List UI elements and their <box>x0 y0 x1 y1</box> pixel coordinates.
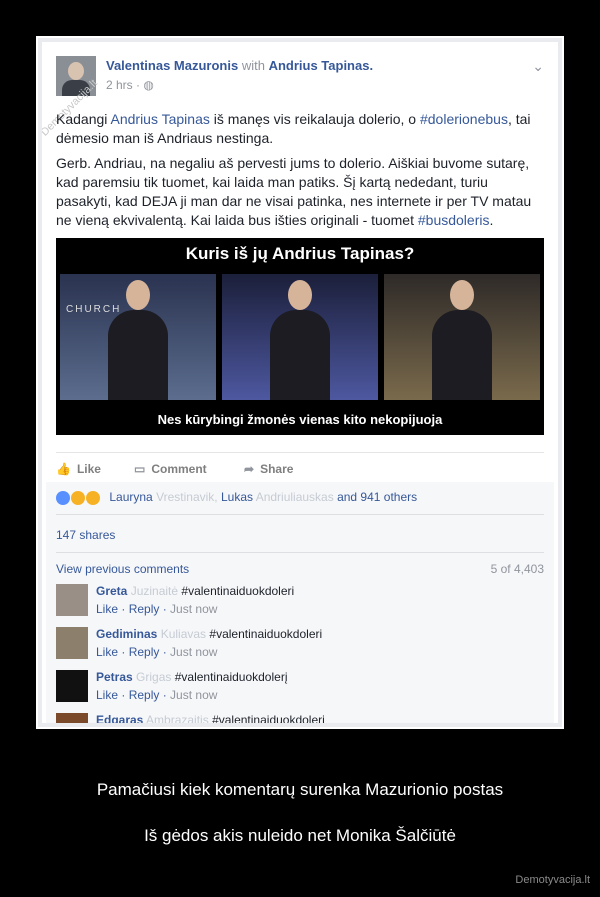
author-line: Valentinas Mazuronis with Andrius Tapina… <box>106 58 373 73</box>
chevron-down-icon[interactable]: ⌄ <box>532 58 544 75</box>
feedback-section: Lauryna Vrestinavik, Lukas Andriuliauska… <box>46 482 554 723</box>
author-name[interactable]: Valentinas Mazuronis <box>106 58 238 73</box>
thumbs-up-icon: 👍 <box>56 462 71 476</box>
comment-reply-link[interactable]: Reply <box>129 645 160 659</box>
avatar[interactable] <box>56 670 88 702</box>
view-previous-comments[interactable]: View previous comments <box>56 562 189 576</box>
post-paragraph-2: Gerb. Andriau, na negaliu aš pervesti ju… <box>56 155 532 228</box>
post-image[interactable]: Kuris iš jų Andrius Tapinas? CHURCH Nes … <box>56 238 544 435</box>
divider <box>56 514 544 515</box>
avatar[interactable] <box>56 584 88 616</box>
like-reaction-icon <box>56 490 70 505</box>
share-button[interactable]: ➦ Share <box>244 462 293 476</box>
divider <box>56 552 544 553</box>
comment-item: Greta Juzinaitė #valentinaiduokdoleri Li… <box>56 584 544 626</box>
poster-caption-line-2: Iš gėdos akis nuleido net Monika Šalčiūt… <box>144 826 456 845</box>
comment-item: Edgaras Ambrazaitis #valentinaiduokdoler… <box>56 713 544 723</box>
share-icon: ➦ <box>244 462 255 476</box>
comment-item: Gediminas Kuliavas #valentinaiduokdoleri… <box>56 627 544 669</box>
poster-frame: Valentinas Mazuronis with Andrius Tapina… <box>36 36 564 729</box>
facebook-post: Valentinas Mazuronis with Andrius Tapina… <box>42 42 558 723</box>
with-text: with <box>241 58 265 73</box>
site-watermark: Demotyvacija.lt <box>515 874 590 886</box>
image-title: Kuris iš jų Andrius Tapinas? <box>185 244 415 263</box>
post-header: Valentinas Mazuronis with Andrius Tapina… <box>56 56 544 98</box>
tagged-name[interactable]: Andrius Tapinas. <box>269 58 374 73</box>
poster-caption-line-1: Pamačiusi kiek komentarų surenka Mazurio… <box>96 780 504 799</box>
like-button[interactable]: 👍 Like <box>56 462 101 476</box>
mention-link[interactable]: Andrius Tapinas <box>111 111 210 127</box>
comment-like-link[interactable]: Like <box>96 602 118 616</box>
comments-count: 5 of 4,403 <box>490 562 544 576</box>
image-panel-1: CHURCH <box>60 274 216 400</box>
reactions-summary[interactable]: Lauryna Vrestinavik, Lukas Andriuliauska… <box>56 490 417 505</box>
image-panel-3 <box>384 274 540 400</box>
hashtag-link[interactable]: #dolerionebus <box>420 111 508 127</box>
haha-reaction-icon <box>71 490 85 505</box>
comment-like-link[interactable]: Like <box>96 645 118 659</box>
comment-item: Petras Grigas #valentinaiduokdolerį Like… <box>56 670 544 712</box>
shares-count[interactable]: 147 shares <box>56 528 115 542</box>
hashtag-link-2[interactable]: #busdoleris <box>418 212 490 228</box>
comment-like-link[interactable]: Like <box>96 688 118 702</box>
image-panel-2 <box>222 274 378 400</box>
post-time[interactable]: 2 hrs · ◍ <box>106 78 154 92</box>
comment-icon: ▭ <box>134 462 146 476</box>
comment-reply-link[interactable]: Reply <box>129 688 160 702</box>
sad-reaction-icon <box>86 490 100 505</box>
image-caption: Nes kūrybingi žmonės vienas kito nekopij… <box>157 412 443 427</box>
comment-button[interactable]: ▭ Comment <box>134 462 207 476</box>
avatar[interactable] <box>56 713 88 723</box>
avatar[interactable] <box>56 627 88 659</box>
post-paragraph-1: Kadangi Andrius Tapinas iš manęs vis rei… <box>56 111 531 146</box>
action-bar: 👍 Like ▭ Comment ➦ Share <box>56 452 544 485</box>
comment-reply-link[interactable]: Reply <box>129 602 160 616</box>
